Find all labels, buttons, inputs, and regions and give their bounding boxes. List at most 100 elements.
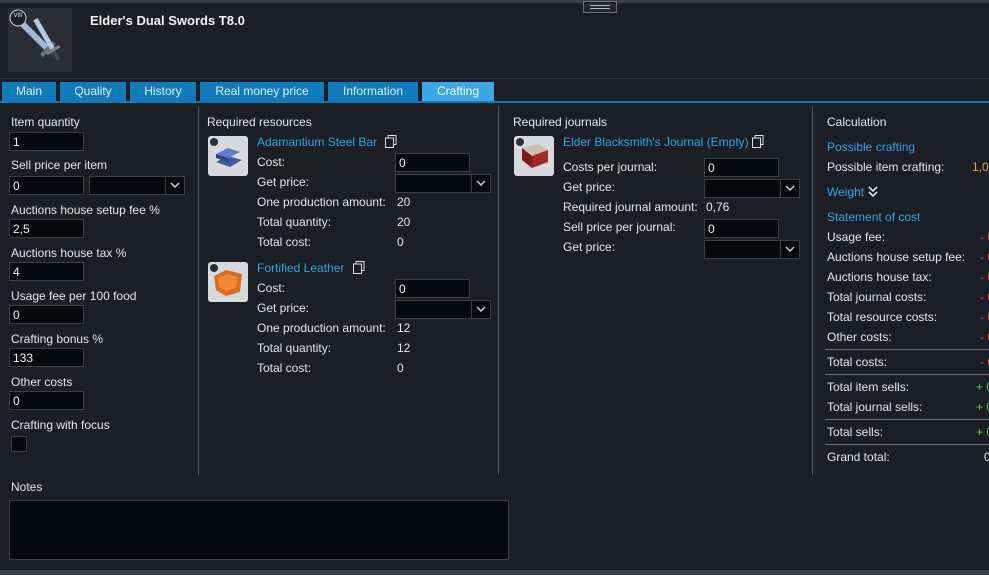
resource-2-total-cost-label: Total cost: [257,361,312,375]
other-costs-label: Other costs [11,375,73,389]
statement-of-cost-link[interactable]: Statement of cost [827,210,920,224]
chevron-down-icon [780,241,799,258]
journal-get-price-2-label: Get price: [563,240,616,254]
resource-2-total-cost-value: 0 [397,361,404,375]
calc-journal-costs-label: Total journal costs: [827,290,927,304]
resource-1-get-price-select[interactable] [395,174,491,193]
column-divider-2 [498,106,499,475]
journal-get-price-label: Get price: [563,180,616,194]
copy-icon[interactable] [752,135,764,148]
usage-fee-input[interactable] [9,305,84,324]
copy-icon[interactable] [353,261,365,274]
calc-tax-value: - 0 [980,270,989,284]
tab-underline [0,101,989,103]
other-costs-input[interactable] [9,391,84,410]
resource-1-cost-input[interactable] [395,153,470,172]
resource-2-production-value: 12 [397,321,411,335]
chevron-down-icon [165,177,184,194]
crafting-focus-checkbox[interactable] [11,436,27,452]
journal-costs-label: Costs per journal: [563,160,658,174]
journals-heading: Required journals [513,115,608,129]
journal-costs-input[interactable] [704,158,779,177]
journal-sell-input[interactable] [704,219,779,238]
chevron-down-icon [780,180,799,197]
copy-icon[interactable] [385,135,397,148]
window-bottom-border [0,570,989,575]
resource-2-total-qty-label: Total quantity: [257,341,332,355]
sell-price-select[interactable] [89,176,185,195]
leather-icon [208,262,248,302]
resource-2-name-link[interactable]: Fortified Leather [257,261,344,275]
total-item-sells-label: Total item sells: [827,380,910,394]
total-costs-label: Total costs: [827,355,888,369]
calc-other-costs-value: - 0 [980,330,989,344]
sell-price-label: Sell price per item [11,158,108,172]
item-quantity-input[interactable] [9,132,84,151]
calc-other-costs-label: Other costs: [827,330,892,344]
journal-required-value: 0,76 [706,200,730,214]
crafting-bonus-input[interactable] [9,348,84,367]
resource-1-total-cost-value: 0 [397,235,404,249]
total-sells-label: Total sells: [827,425,884,439]
total-costs-value: - 0 [980,355,989,369]
tab-information[interactable]: Information [328,82,418,101]
resource-1-production-value: 20 [397,195,411,209]
notes-textarea[interactable] [9,500,509,560]
journal-sell-label: Sell price per journal: [563,220,676,234]
tab-quality[interactable]: Quality [60,82,126,101]
chevron-down-icon [471,175,490,192]
resource-2-cost-label: Cost: [257,281,286,295]
resource-2-get-price-select[interactable] [395,300,491,319]
tab-crafting[interactable]: Crafting [422,82,494,101]
tab-bar: Main Quality History Real money price In… [2,82,494,101]
dual-swords-item-icon: VIII [8,8,72,72]
notes-label: Notes [11,480,43,494]
grand-total-value: 0 [984,450,989,464]
resource-2-get-price-label: Get price: [257,301,310,315]
possible-item-label: Possible item crafting: [827,160,945,174]
resource-1-total-qty-label: Total quantity: [257,215,332,229]
setup-fee-label: Auctions house setup fee % [11,203,160,217]
resource-1-name-link[interactable]: Adamantium Steel Bar [257,135,377,149]
calc-setup-fee-label: Auctions house setup fee: [827,250,966,264]
journal-name-link[interactable]: Elder Blacksmith's Journal (Empty) [563,135,749,149]
total-costs-divider [825,349,989,350]
item-title: Elder's Dual Swords T8.0 [90,13,245,28]
grand-total-divider [825,444,989,445]
weight-link[interactable]: Weight [827,185,864,199]
resource-1-get-price-label: Get price: [257,175,310,189]
grand-total-label: Grand total: [827,450,890,464]
resource-2-cost-input[interactable] [395,279,470,298]
journal-get-price-2-select[interactable] [704,240,800,259]
resources-heading: Required resources [207,115,312,129]
possible-item-value: 1,00 [972,160,989,174]
crafting-bonus-label: Crafting bonus % [11,332,104,346]
total-sells-divider [825,419,989,420]
journal-required-label: Required journal amount: [563,200,698,214]
resource-1-production-label: One production amount: [257,195,386,209]
drag-handle-grip[interactable] [583,1,617,13]
double-chevron-down-icon[interactable] [868,186,878,200]
tab-real-money-price[interactable]: Real money price [200,82,324,101]
resource-2-production-label: One production amount: [257,321,386,335]
sell-price-input[interactable] [9,176,84,195]
column-divider-3 [812,106,813,475]
calc-resource-costs-value: - 0 [980,310,989,324]
total-sells-value: + 0 [976,425,989,439]
crafting-focus-label: Crafting with focus [11,418,110,432]
calc-setup-fee-value: - 0 [980,250,989,264]
tab-history[interactable]: History [130,82,196,101]
journal-book-icon [514,136,554,176]
resource-1-total-qty-value: 20 [397,215,411,229]
setup-fee-input[interactable] [9,219,84,238]
tax-input[interactable] [9,262,84,281]
journal-get-price-select[interactable] [704,179,800,198]
tier-badge: VIII [13,13,23,19]
window-top-border [0,0,989,3]
resource-2-total-qty-value: 12 [397,341,411,355]
resource-1-total-cost-label: Total cost: [257,235,312,249]
total-item-sells-value: + 0 [976,380,989,394]
tab-main[interactable]: Main [2,82,56,101]
sells-divider [825,374,989,375]
possible-crafting-link[interactable]: Possible crafting [827,140,915,154]
